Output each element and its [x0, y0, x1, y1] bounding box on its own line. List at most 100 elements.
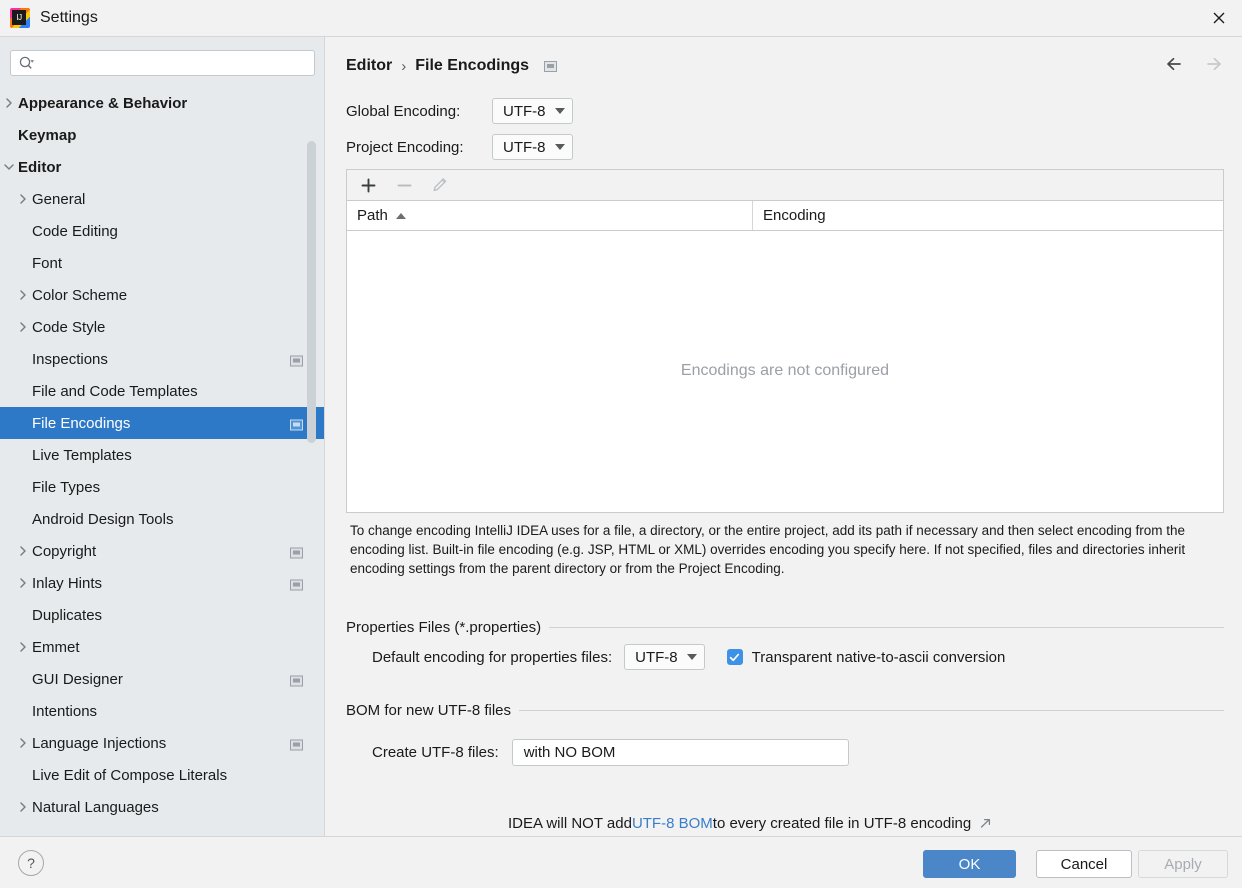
chevron-right-icon[interactable] [14, 286, 32, 304]
properties-default-encoding-combo[interactable]: UTF-8 [624, 644, 705, 670]
sidebar-item-language-injections[interactable]: Language Injections [0, 727, 324, 759]
sidebar-item-label: Live Templates [32, 446, 132, 464]
group-divider-line [549, 627, 1224, 628]
encodings-help-text: To change encoding IntelliJ IDEA uses fo… [350, 523, 1186, 576]
sidebar-item-label: Font [32, 254, 63, 272]
chevron-right-icon[interactable] [0, 94, 18, 112]
cancel-button[interactable]: Cancel [1036, 850, 1132, 878]
sidebar-item-label: Code Style [32, 318, 106, 336]
sidebar-item-color-scheme[interactable]: Color Scheme [0, 279, 324, 311]
sidebar-item-appearance-behavior[interactable]: Appearance & Behavior [0, 87, 324, 119]
column-header-path-label: Path [357, 207, 388, 224]
sidebar-scrollbar-thumb[interactable] [307, 141, 316, 443]
utf8-bom-link[interactable]: UTF-8 BOM [632, 815, 713, 832]
chevron-right-icon[interactable] [14, 542, 32, 560]
window-title-bar: IJ Settings [0, 0, 1242, 37]
intellij-idea-logo-icon: IJ [10, 8, 30, 28]
sidebar-item-label: File Encodings [32, 414, 131, 432]
transparent-conversion-checkbox-row[interactable]: Transparent native-to-ascii conversion [726, 649, 1005, 666]
twisty-placeholder [14, 446, 32, 464]
arrow-left-icon[interactable] [1164, 53, 1186, 75]
ok-button[interactable]: OK [923, 850, 1016, 878]
properties-default-encoding-label: Default encoding for properties files: [372, 648, 613, 666]
project-settings-badge-icon [290, 674, 303, 687]
sidebar-item-android-design-tools[interactable]: Android Design Tools [0, 503, 324, 535]
sidebar-item-general[interactable]: General [0, 183, 324, 215]
sidebar-item-emmet[interactable]: Emmet [0, 631, 324, 663]
project-encoding-label: Project Encoding: [346, 138, 464, 156]
encodings-table-header: Path Encoding [347, 201, 1223, 231]
chevron-right-icon[interactable] [14, 190, 32, 208]
sidebar-item-label: File and Code Templates [32, 382, 198, 400]
breadcrumb-current: File Encodings [415, 57, 530, 74]
twisty-placeholder [0, 126, 18, 144]
project-encoding-combo[interactable]: UTF-8 [492, 134, 573, 160]
sidebar-item-label: File Types [32, 478, 101, 496]
sidebar-item-label: Android Design Tools [32, 510, 174, 528]
search-input[interactable] [10, 50, 315, 76]
bom-group-header: BOM for new UTF-8 files [346, 702, 1224, 719]
global-encoding-value: UTF-8 [503, 102, 546, 120]
sidebar-item-live-templates[interactable]: Live Templates [0, 439, 324, 471]
create-utf8-files-row: Create UTF-8 files: with NO BOM [372, 739, 849, 766]
chevron-right-icon[interactable] [14, 734, 32, 752]
sidebar-item-file-encodings[interactable]: File Encodings [0, 407, 324, 439]
encodings-table-empty-message: Encodings are not configured [680, 362, 890, 379]
sidebar-item-live-edit-of-compose-literals[interactable]: Live Edit of Compose Literals [0, 759, 324, 791]
column-header-path[interactable]: Path [347, 201, 753, 230]
sidebar-item-gui-designer[interactable]: GUI Designer [0, 663, 324, 695]
chevron-right-icon[interactable] [14, 318, 32, 336]
sidebar-scrollbar-track[interactable] [307, 89, 320, 443]
sidebar-item-code-style[interactable]: Code Style [0, 311, 324, 343]
properties-files-group-title: Properties Files (*.properties) [346, 619, 542, 636]
checkmark-icon [729, 653, 740, 661]
twisty-placeholder [14, 254, 32, 272]
sidebar-item-label: Natural Languages [32, 798, 159, 816]
help-button[interactable]: ? [18, 850, 44, 876]
sidebar-item-label: Duplicates [32, 606, 103, 624]
project-encoding-value: UTF-8 [503, 138, 546, 156]
sidebar-item-code-editing[interactable]: Code Editing [0, 215, 324, 247]
sidebar-item-intentions[interactable]: Intentions [0, 695, 324, 727]
project-settings-badge-icon [290, 578, 303, 591]
chevron-down-icon[interactable] [0, 158, 18, 176]
project-settings-badge-icon [290, 546, 303, 559]
chevron-down-icon [686, 654, 697, 660]
create-utf8-files-label: Create UTF-8 files: [372, 744, 499, 761]
chevron-right-icon[interactable] [14, 574, 32, 592]
encodings-table-toolbar [347, 170, 1223, 201]
project-encoding-row: Project Encoding: UTF-8 [346, 134, 573, 160]
external-link-icon[interactable] [979, 817, 992, 830]
sidebar-item-inspections[interactable]: Inspections [0, 343, 324, 375]
chevron-down-icon [554, 144, 565, 150]
breadcrumb-root[interactable]: Editor [346, 57, 392, 75]
encodings-table: Path Encoding Encodings are not configur… [346, 169, 1224, 513]
project-settings-badge-icon [544, 60, 558, 72]
sidebar-item-natural-languages[interactable]: Natural Languages [0, 791, 324, 823]
global-encoding-combo[interactable]: UTF-8 [492, 98, 573, 124]
sidebar-item-font[interactable]: Font [0, 247, 324, 279]
properties-default-encoding-row: Default encoding for properties files: U… [372, 644, 1005, 670]
sidebar-item-label: Copyright [32, 542, 97, 560]
sidebar-item-inlay-hints[interactable]: Inlay Hints [0, 567, 324, 599]
create-utf8-files-value: with NO BOM [523, 744, 616, 761]
chevron-right-icon[interactable] [14, 638, 32, 656]
settings-tree: Appearance & Behavior Keymap Editor General… [0, 87, 324, 836]
transparent-conversion-checkbox[interactable] [726, 649, 743, 665]
sidebar-item-duplicates[interactable]: Duplicates [0, 599, 324, 631]
sidebar-item-label: Keymap [18, 126, 77, 144]
add-encoding-button[interactable] [357, 174, 379, 196]
twisty-placeholder [14, 382, 32, 400]
sidebar-item-file-types[interactable]: File Types [0, 471, 324, 503]
sidebar-item-copyright[interactable]: Copyright [0, 535, 324, 567]
twisty-placeholder [14, 766, 32, 784]
twisty-placeholder [14, 510, 32, 528]
sidebar-item-editor[interactable]: Editor [0, 151, 324, 183]
sidebar-item-file-and-code-templates[interactable]: File and Code Templates [0, 375, 324, 407]
sidebar-item-keymap[interactable]: Keymap [0, 119, 324, 151]
create-utf8-files-combo[interactable]: with NO BOM [511, 739, 849, 766]
bom-group-title: BOM for new UTF-8 files [346, 702, 512, 719]
close-icon[interactable] [1196, 0, 1242, 36]
column-header-encoding[interactable]: Encoding [753, 201, 1223, 230]
chevron-right-icon[interactable] [14, 798, 32, 816]
